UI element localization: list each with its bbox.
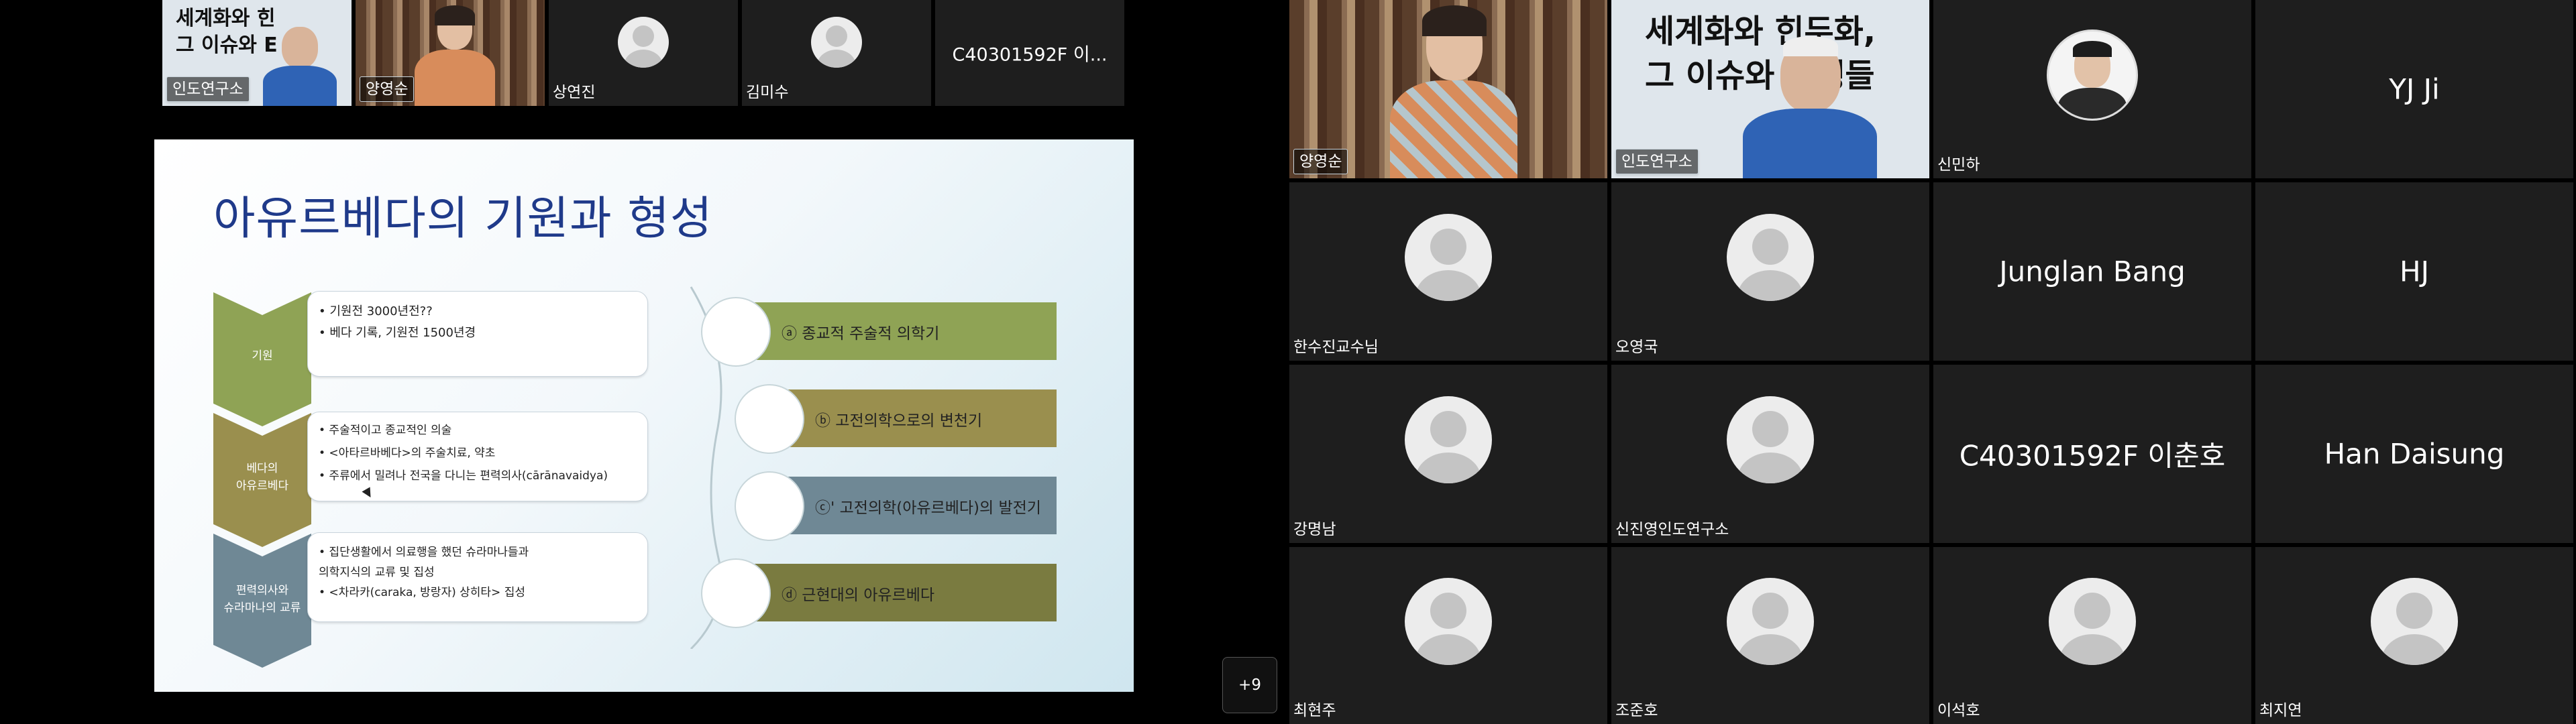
participant-display-name: HJ (2400, 255, 2429, 288)
participant-display-name: YJ Ji (2389, 72, 2440, 106)
participant-display-name: Han Daisung (2324, 437, 2505, 471)
participant-tile-indo-institute[interactable]: 세계화와 힌두화, 그 이슈와 논쟁들 인도연구소 (1611, 0, 1929, 178)
shared-screen-slide: 아유르베다의 기원과 형성 기원 • 기원전 3000년전?? • 베다 기록,… (154, 139, 1134, 692)
speaker-man (1743, 36, 1877, 178)
participant-name: 인도연구소 (1615, 149, 1699, 174)
participant-tile-jo-junho[interactable]: 조준호 (1611, 547, 1929, 724)
bullet: • 베다 기록, 기원전 1500년경 (319, 326, 476, 340)
participant-name: 신민하 (1937, 156, 1980, 174)
bullet: • 집단생활에서 의료행을 했던 슈라마나들과 의학지식의 교류 및 집성 (319, 546, 529, 579)
participant-name: 상연진 (553, 84, 596, 101)
participant-tile-c40301592f-small[interactable]: C40301592F 이... (935, 0, 1124, 106)
bullet-box-origin: • 기원전 3000년전?? • 베다 기록, 기원전 1500년경 (307, 291, 648, 377)
chevron-label: 베다의 아유르베다 (235, 462, 289, 493)
participant-name: 최현주 (1293, 702, 1336, 719)
chevron-origin: 기원 (213, 292, 311, 426)
default-avatar-icon (1727, 577, 1814, 665)
speaker-woman (1390, 5, 1517, 178)
participant-name: 오영국 (1615, 339, 1658, 356)
participant-tile-junglan-bang[interactable]: Junglan Bang (1933, 182, 2251, 361)
bullet: • <아타르바베다>의 주술치료, 약초 (319, 446, 496, 460)
default-avatar-icon (1405, 213, 1492, 301)
participant-tile-c40301592f[interactable]: C40301592F 이춘호 (1933, 365, 2251, 543)
participant-tile-shin-minha[interactable]: 신민하 (1933, 0, 2251, 178)
participant-tile-han-daisung[interactable]: Han Daisung (2255, 365, 2573, 543)
participant-tile-yj-ji[interactable]: YJ Ji (2255, 0, 2573, 178)
participant-name: 양영순 (1293, 149, 1348, 174)
stage-text: ⓓ 근현대의 아유르베다 (782, 587, 935, 604)
profile-photo-avatar (2047, 29, 2138, 121)
default-avatar-icon (1727, 213, 1814, 301)
participant-name: 조준호 (1615, 702, 1658, 719)
bullet: • <차라카(caraka, 방랑자) 상히타> 집성 (319, 586, 525, 599)
stage-circle (735, 384, 804, 454)
participant-tile-choi-hyeonju[interactable]: 최현주 (1289, 547, 1607, 724)
participant-tile-oh-yeongguk[interactable]: 오영국 (1611, 182, 1929, 361)
participant-name: 김미수 (746, 84, 789, 101)
participant-tile-kim[interactable]: 김미수 (742, 0, 931, 106)
default-avatar-icon (1727, 396, 1814, 483)
stage-circle (735, 471, 804, 541)
participant-name: 신진영인도연구소 (1615, 521, 1729, 538)
stage-text: ⓐ 종교적 주술적 의학기 (782, 325, 940, 343)
participant-tile-sang[interactable]: 상연진 (549, 0, 738, 106)
default-avatar-icon (2371, 577, 2458, 665)
participant-tile-hj[interactable]: HJ (2255, 182, 2573, 361)
chevron-label: 기원 (252, 349, 273, 363)
speaker-man (263, 27, 337, 106)
default-avatar-icon (1405, 577, 1492, 665)
slide-title: 아유르베다의 기원과 형성 (213, 192, 713, 245)
default-avatar-icon (1405, 396, 1492, 483)
participant-tile-choi-jiyeon[interactable]: 최지연 (2255, 547, 2573, 724)
stage-circle (701, 297, 771, 367)
default-avatar-icon (2049, 577, 2136, 665)
participant-tile-shin-jinyeong[interactable]: 신진영인도연구소 (1611, 365, 1929, 543)
participant-display-name: Junglan Bang (1999, 255, 2186, 288)
participant-tile-lee-seokho[interactable]: 이석호 (1933, 547, 2251, 724)
participant-name: 최지연 (2259, 702, 2302, 719)
bullet-box-veda: • 주술적이고 종교적인 의술 • <아타르바베다>의 주술치료, 약초 • 주… (307, 412, 648, 501)
chevron-veda: 베다의 아유르베다 (213, 413, 311, 547)
stage-text: ⓑ 고전의학으로의 변천기 (815, 412, 983, 430)
participant-name: 양영순 (360, 76, 415, 102)
participant-tile-han-sujin[interactable]: 한수진교수님 (1289, 182, 1607, 361)
speaker-woman (415, 5, 495, 106)
default-avatar-icon (811, 17, 862, 68)
bullet: • 주류에서 밀려나 전국을 다니는 편력의사(cārānavaidya) (319, 469, 608, 483)
chevron-sramana: 편력의사와 슈라마나의 교류 (213, 534, 311, 668)
default-avatar-icon (618, 17, 669, 68)
participant-tile-yang[interactable]: 양영순 (1289, 0, 1607, 178)
participant-name: 인도연구소 (166, 76, 250, 102)
chevron-label: 편력의사와 슈라마나의 교류 (223, 584, 301, 615)
bullet: • 기원전 3000년전?? (319, 304, 433, 318)
participant-tile-kang-myeongnam[interactable]: 강명남 (1289, 365, 1607, 543)
stage-circle (701, 558, 771, 628)
participant-display-name: C40301592F 이춘호 (1959, 439, 2226, 473)
stage-text: ⓒ' 고전의학(아유르베다)의 발전기 (815, 499, 1041, 517)
participant-name: 한수진교수님 (1293, 339, 1379, 356)
participant-name: 이석호 (1937, 702, 1980, 719)
more-participants-button[interactable]: +9 (1222, 657, 1277, 713)
bullet: • 주술적이고 종교적인 의술 (319, 424, 452, 437)
participant-display-name: C40301592F 이... (952, 44, 1108, 66)
participant-name: 강명남 (1293, 521, 1336, 538)
participant-tile-yang-small[interactable]: 양영순 (356, 0, 545, 106)
bullet-box-sramana: • 집단생활에서 의료행을 했던 슈라마나들과 의학지식의 교류 및 집성 • … (307, 532, 648, 622)
participant-tile-indo-institute-small[interactable]: 세계화와 힌 그 이슈와 E 인도연구소 (162, 0, 352, 106)
